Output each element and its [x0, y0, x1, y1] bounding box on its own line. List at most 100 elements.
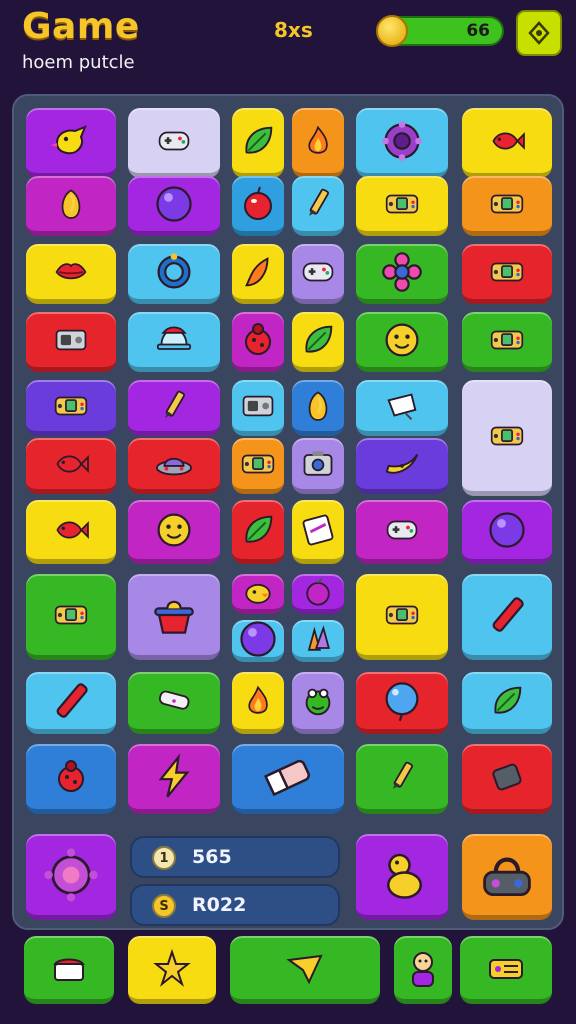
- tile[interactable]: [292, 672, 344, 734]
- cake-button[interactable]: [24, 936, 114, 1004]
- tile[interactable]: [292, 574, 344, 614]
- tile[interactable]: [128, 312, 220, 372]
- flame-icon: [308, 125, 328, 154]
- tile[interactable]: [462, 500, 552, 564]
- tile[interactable]: [128, 438, 220, 494]
- frog-icon: [305, 688, 331, 715]
- tile[interactable]: [26, 108, 116, 178]
- tile[interactable]: [356, 574, 448, 660]
- rank-icon: 1: [152, 846, 176, 870]
- tile[interactable]: [232, 380, 284, 436]
- pencil-icon: [165, 390, 186, 418]
- pepper-icon: [245, 256, 269, 286]
- tile[interactable]: [232, 574, 284, 614]
- fish-icon: [492, 131, 525, 150]
- tile[interactable]: [462, 672, 552, 734]
- tile[interactable]: [356, 834, 448, 920]
- gear-icon: [382, 120, 422, 161]
- tile[interactable]: [26, 438, 116, 494]
- bug-icon: [245, 322, 271, 355]
- tile[interactable]: [292, 380, 344, 436]
- tile[interactable]: [128, 574, 220, 660]
- tile[interactable]: [232, 500, 284, 564]
- tile[interactable]: [462, 176, 552, 236]
- leaf-icon: [494, 686, 522, 713]
- balloon-icon: [385, 681, 419, 721]
- gamepad-icon: [158, 131, 190, 150]
- tile[interactable]: [356, 108, 448, 178]
- game-subtitle: hoem putcle: [22, 52, 135, 73]
- tile[interactable]: [462, 244, 552, 304]
- play-button[interactable]: [230, 936, 380, 1004]
- tile[interactable]: [292, 620, 344, 662]
- tile[interactable]: [292, 244, 344, 304]
- tile[interactable]: [232, 312, 284, 372]
- tile[interactable]: [292, 176, 344, 236]
- tile[interactable]: [462, 744, 552, 814]
- tile[interactable]: [356, 176, 448, 236]
- bird-icon: [51, 124, 87, 154]
- tile[interactable]: [356, 672, 448, 734]
- tile[interactable]: [26, 176, 116, 236]
- virus-icon: [44, 847, 98, 902]
- tile[interactable]: [356, 744, 448, 814]
- tile[interactable]: [128, 672, 220, 734]
- handheld-console-icon: [54, 396, 88, 415]
- tile[interactable]: [232, 744, 344, 814]
- gamepad-icon: [386, 520, 418, 539]
- flower-icon: [382, 251, 422, 292]
- tile[interactable]: [128, 244, 220, 304]
- orb-icon: [489, 511, 525, 548]
- tile[interactable]: [292, 438, 344, 494]
- tile[interactable]: [128, 744, 220, 814]
- tile[interactable]: [462, 108, 552, 178]
- tile[interactable]: [232, 438, 284, 494]
- score-value: 565: [192, 846, 232, 868]
- tile[interactable]: [26, 380, 116, 436]
- tile[interactable]: [356, 500, 448, 564]
- tile[interactable]: [128, 500, 220, 564]
- tile[interactable]: [356, 312, 448, 372]
- tile[interactable]: [26, 744, 116, 814]
- pencil-icon: [393, 761, 414, 789]
- tile[interactable]: [26, 834, 116, 920]
- tile[interactable]: [128, 176, 220, 236]
- tile[interactable]: [128, 108, 220, 178]
- tile[interactable]: [26, 312, 116, 372]
- tile[interactable]: [292, 108, 344, 178]
- star-button[interactable]: [128, 936, 216, 1004]
- send-icon: [286, 954, 323, 984]
- tile[interactable]: [462, 312, 552, 372]
- tile[interactable]: [292, 312, 344, 372]
- tile[interactable]: [292, 500, 344, 564]
- tile[interactable]: [356, 438, 448, 494]
- phone-icon: [492, 763, 522, 790]
- gamepad-icon: [302, 262, 334, 281]
- tile[interactable]: [232, 176, 284, 236]
- tile[interactable]: [232, 244, 284, 304]
- tile[interactable]: [26, 672, 116, 734]
- tile[interactable]: [232, 620, 284, 662]
- tile[interactable]: [462, 380, 552, 496]
- character-button[interactable]: [394, 936, 452, 1004]
- coin-counter: 66: [376, 15, 504, 47]
- tile[interactable]: [462, 574, 552, 660]
- tile[interactable]: [26, 574, 116, 660]
- gem-icon: [61, 188, 81, 219]
- ticket-button[interactable]: [460, 936, 552, 1004]
- game-title: Game: [22, 6, 140, 47]
- card-icon: [302, 514, 334, 545]
- handheld-console-icon: [490, 262, 524, 281]
- menu-button[interactable]: [516, 10, 562, 56]
- tile[interactable]: [232, 672, 284, 734]
- tile[interactable]: [232, 108, 284, 178]
- header: Game hoem putcle 8xs 66: [0, 0, 576, 92]
- tile[interactable]: [128, 380, 220, 436]
- star-icon: [153, 948, 191, 987]
- tile[interactable]: [462, 834, 552, 920]
- tile[interactable]: [356, 380, 448, 436]
- tile[interactable]: [26, 244, 116, 304]
- handheld-console-icon: [490, 426, 524, 445]
- tile[interactable]: [356, 244, 448, 304]
- tile[interactable]: [26, 500, 116, 564]
